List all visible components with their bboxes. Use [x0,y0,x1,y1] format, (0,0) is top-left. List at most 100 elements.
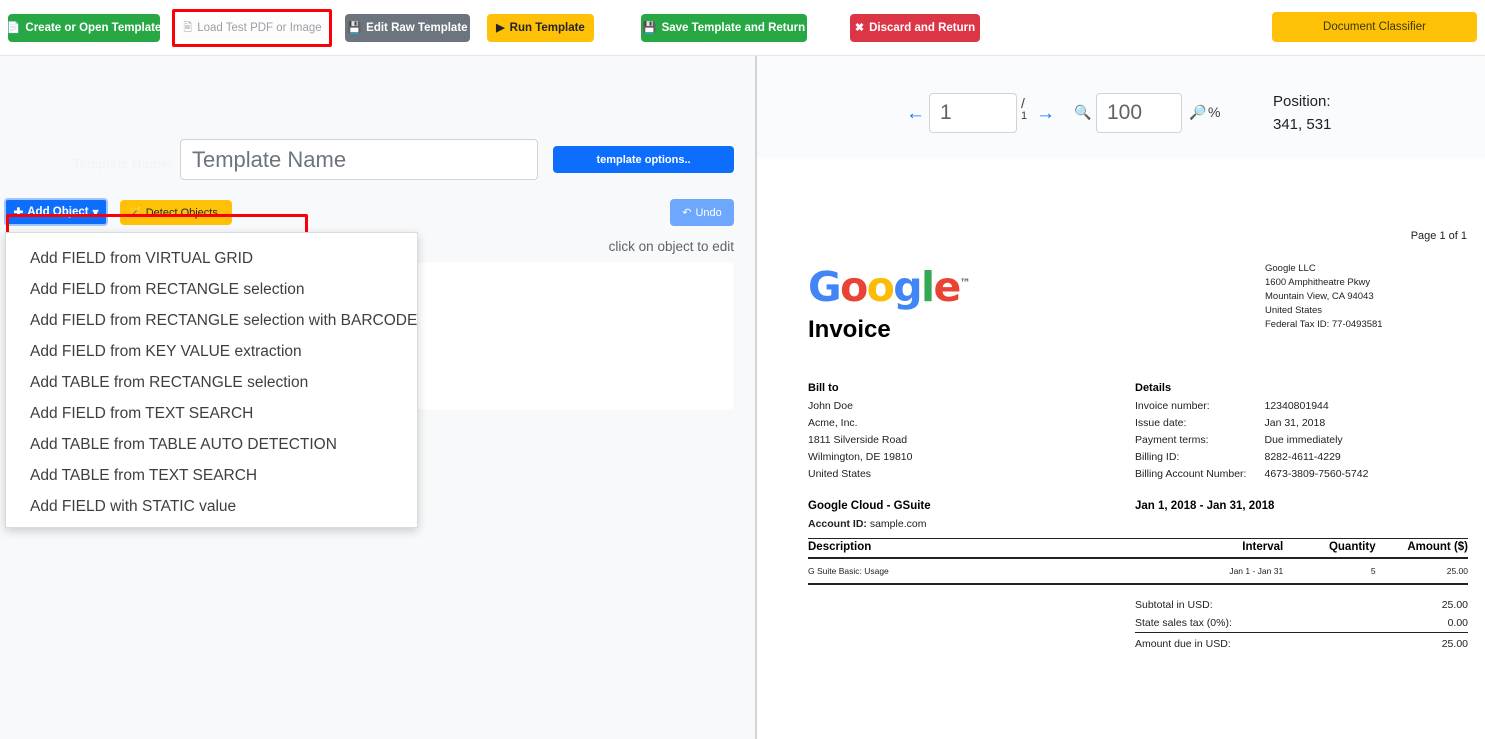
vendor-line: 1600 Amphitheatre Pkwy [1265,276,1383,290]
template-options-button[interactable]: template options.. [553,146,734,173]
account-id-label: Account ID: [808,518,867,530]
app-root: 📄 Create or Open Template 🖹 Load Test PD… [0,0,1485,739]
logo-letter: e [933,263,959,311]
template-name-input[interactable] [180,139,538,180]
details-row: Billing ID: 8282-4611-4229 [1135,449,1368,466]
service-period: Jan 1, 2018 - Jan 31, 2018 [1135,500,1274,512]
add-object-label: Add Object [27,206,88,218]
load-test-pdf-or-image-button[interactable]: 🖹 Load Test PDF or Image [180,14,325,42]
page-slash: / [1021,96,1027,111]
add-object-button[interactable]: ✚ Add Object ▾ [4,198,108,226]
position-readout: Position: 341, 531 [1273,90,1331,137]
zoom-in-icon[interactable]: 🔎 [1189,104,1206,121]
menu-item-add-table-rectangle-selection[interactable]: Add TABLE from RECTANGLE selection [6,367,417,398]
bill-to-line: United States [808,466,912,483]
next-page-icon[interactable]: → [1036,103,1055,125]
magic-wand-icon: 🪄 [128,206,142,219]
position-label: Position: [1273,90,1331,113]
table-header-row: Description Interval Quantity Amount ($) [808,539,1468,559]
summary-amount: 25.00 [1397,596,1468,614]
button-label: Save Template and Return [662,22,806,34]
cell-description: G Suite Basic: Usage [808,558,1151,584]
menu-item-add-field-virtual-grid[interactable]: Add FIELD from VIRTUAL GRID [6,243,417,274]
save-icon: 💾 [347,23,361,34]
logo-letter: l [921,263,933,311]
menu-item-add-table-text-search[interactable]: Add TABLE from TEXT SEARCH [6,460,417,491]
page-count-label: Page 1 of 1 [1411,230,1467,242]
invoice-title: Invoice [808,316,891,344]
details-key: Issue date: [1135,415,1264,432]
details-value: 4673-3809-7560-5742 [1264,466,1368,483]
add-object-dropdown-menu: Add FIELD from VIRTUAL GRID Add FIELD fr… [5,232,418,528]
vendor-address-block: Google LLC 1600 Amphitheatre Pkwy Mounta… [1265,262,1383,332]
details-value: 8282-4611-4229 [1264,449,1368,466]
summary-label: Amount due in USD: [1135,633,1397,654]
service-name: Google Cloud - GSuite [808,500,931,512]
save-template-and-return-button[interactable]: 💾 Save Template and Return [641,14,807,42]
summary-row: State sales tax (0%): 0.00 [1135,614,1468,633]
details-row: Invoice number: 12340801944 [1135,398,1368,415]
bill-to-line: 1811 Silverside Road [808,432,912,449]
bill-to-block: Bill to John Doe Acme, Inc. 1811 Silvers… [808,380,912,483]
click-on-object-hint: click on object to edit [609,239,734,254]
vendor-line: Federal Tax ID: 77-0493581 [1265,318,1383,332]
button-label: Discard and Return [869,22,975,34]
menu-item-add-field-rectangle-barcode[interactable]: Add FIELD from RECTANGLE selection with … [6,305,417,336]
button-label: Run Template [510,22,585,34]
save-icon: 💾 [643,23,657,34]
table-row: G Suite Basic: Usage Jan 1 - Jan 31 5 25… [808,558,1468,584]
top-toolbar: 📄 Create or Open Template 🖹 Load Test PD… [0,0,1485,56]
menu-item-add-field-key-value[interactable]: Add FIELD from KEY VALUE extraction [6,336,417,367]
document-viewer-panel: ← / 1 → 🔍 🔎 % Position: 341, 531 Page 1 … [757,56,1485,739]
invoice-details-block: Details Invoice number: 12340801944 Issu… [1135,380,1368,483]
menu-item-add-table-auto-detection[interactable]: Add TABLE from TABLE AUTO DETECTION [6,429,417,460]
summary-row: Subtotal in USD: 25.00 [1135,596,1468,614]
button-label: Create or Open Template [25,22,161,34]
play-icon: ▶ [496,23,504,34]
position-value: 341, 531 [1273,113,1331,136]
logo-letter: G [808,263,840,311]
document-classifier-button[interactable]: Document Classifier [1272,12,1477,42]
logo-letter: g [893,263,921,311]
zoom-level-input[interactable] [1096,93,1182,133]
create-or-open-template-button[interactable]: 📄 Create or Open Template [8,14,160,42]
logo-letter: o [867,263,894,311]
detect-objects-button[interactable]: 🪄 Detect Objects.. [120,200,232,225]
edit-raw-template-button[interactable]: 💾 Edit Raw Template [345,14,470,42]
percent-label: % [1208,104,1220,120]
cell-quantity: 5 [1283,558,1375,584]
details-row: Payment terms: Due immediately [1135,432,1368,449]
previous-page-icon[interactable]: ← [906,103,925,125]
invoice-document-page[interactable]: Page 1 of 1 Google™ Invoice Google LLC 1… [757,158,1485,739]
undo-icon: ↶ [682,206,691,219]
pdf-icon: 🖹 [183,23,192,34]
template-name-label: Template Name: [42,156,172,171]
bill-to-line: John Doe [808,398,912,415]
summary-amount: 25.00 [1397,633,1468,654]
details-value: Jan 31, 2018 [1264,415,1368,432]
menu-item-add-field-text-search[interactable]: Add FIELD from TEXT SEARCH [6,398,417,429]
button-label: Document Classifier [1323,21,1426,33]
logo-letter: o [840,263,867,311]
google-logo: Google™ [808,263,971,311]
page-separator: / 1 [1021,96,1027,122]
menu-item-add-field-rectangle-selection[interactable]: Add FIELD from RECTANGLE selection [6,274,417,305]
column-header-description: Description [808,539,1151,559]
invoice-line-items-table: Description Interval Quantity Amount ($)… [808,538,1468,585]
zoom-out-icon[interactable]: 🔍 [1074,104,1091,121]
page-number-input[interactable] [929,93,1017,133]
discard-and-return-button[interactable]: ✖ Discard and Return [850,14,980,42]
viewer-toolbar: ← / 1 → 🔍 🔎 % Position: 341, 531 [757,56,1485,158]
summary-row-total: Amount due in USD: 25.00 [1135,633,1468,654]
details-value: Due immediately [1264,432,1368,449]
column-header-amount: Amount ($) [1376,539,1468,559]
undo-label: Undo [695,207,721,219]
details-row: Issue date: Jan 31, 2018 [1135,415,1368,432]
close-icon: ✖ [855,23,864,34]
button-label: Edit Raw Template [366,22,467,34]
menu-item-add-field-static-value[interactable]: Add FIELD with STATIC value [6,491,417,522]
vendor-line: Google LLC [1265,262,1383,276]
run-template-button[interactable]: ▶ Run Template [487,14,594,42]
account-id-block: Account ID: sample.com [808,518,926,530]
undo-button[interactable]: ↶ Undo [670,199,734,226]
